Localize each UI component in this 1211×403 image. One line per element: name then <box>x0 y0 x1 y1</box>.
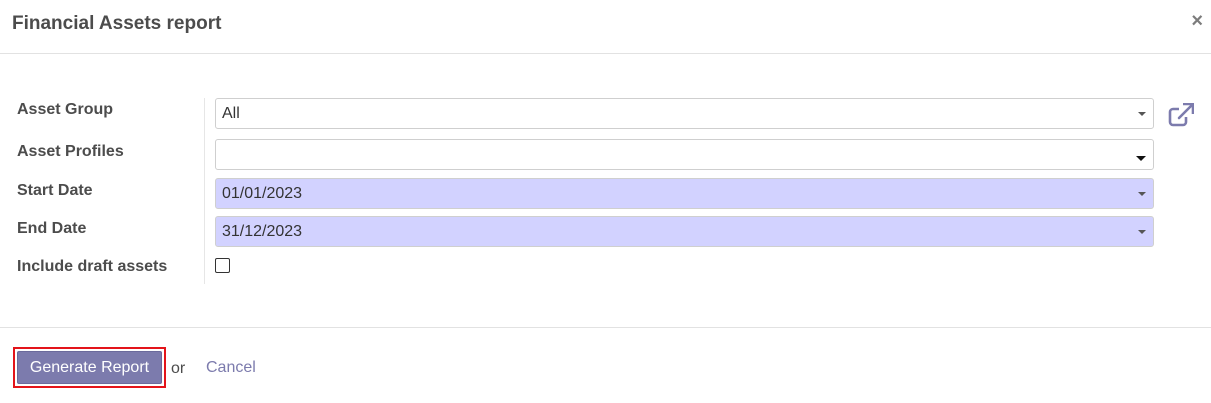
generate-report-button[interactable]: Generate Report <box>17 351 162 384</box>
asset-group-select[interactable]: All <box>215 98 1154 129</box>
label-divider <box>204 98 205 284</box>
start-date-label: Start Date <box>17 182 93 199</box>
end-date-field[interactable]: 31/12/2023 <box>215 216 1154 247</box>
include-draft-label: Include draft assets <box>17 258 168 275</box>
include-draft-checkbox[interactable] <box>215 258 230 273</box>
dialog-header: Financial Assets report × <box>0 0 1211 54</box>
asset-profiles-label: Asset Profiles <box>17 143 124 160</box>
asset-group-label: Asset Group <box>17 101 114 118</box>
asset-group-value: All <box>222 105 240 122</box>
end-date-label: End Date <box>17 220 87 237</box>
dialog-footer: Generate Report or Cancel <box>0 327 1211 403</box>
chevron-down-icon[interactable] <box>1136 156 1146 161</box>
chevron-down-icon[interactable] <box>1138 230 1146 234</box>
asset-profiles-select[interactable] <box>215 139 1154 170</box>
start-date-value: 01/01/2023 <box>222 185 303 202</box>
start-date-field[interactable]: 01/01/2023 <box>215 178 1154 209</box>
external-link-icon[interactable] <box>1168 103 1194 127</box>
or-text: or <box>171 360 186 377</box>
chevron-down-icon[interactable] <box>1138 192 1146 196</box>
dialog-title: Financial Assets report <box>12 13 222 34</box>
dialog-body: Asset Group All Asset Profiles Start Dat… <box>0 54 1211 327</box>
end-date-value: 31/12/2023 <box>222 223 303 240</box>
chevron-down-icon[interactable] <box>1138 112 1146 116</box>
generate-report-highlight: Generate Report <box>13 347 166 388</box>
close-icon[interactable]: × <box>1191 10 1203 32</box>
cancel-button[interactable]: Cancel <box>206 359 256 377</box>
